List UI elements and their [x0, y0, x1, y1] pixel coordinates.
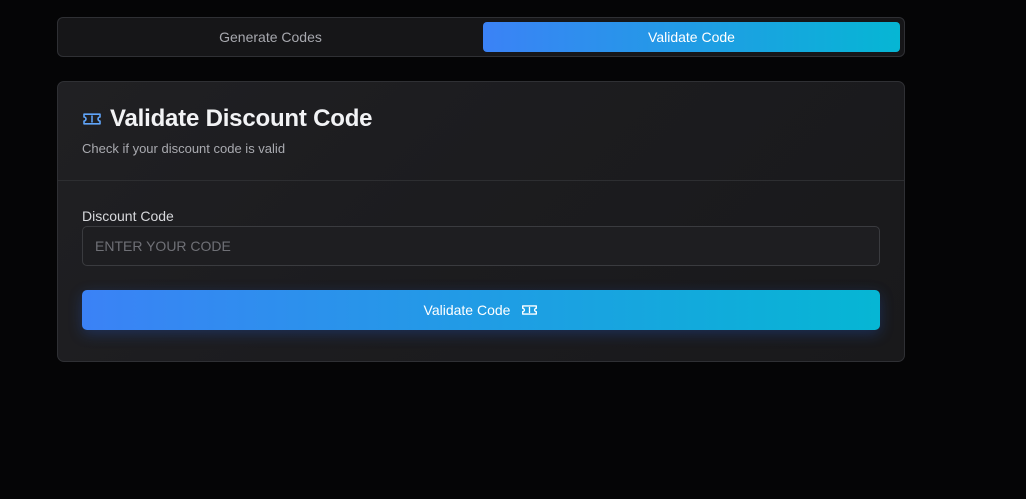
validate-code-button-label: Validate Code	[423, 302, 511, 318]
tab-generate-codes-label: Generate Codes	[219, 29, 322, 45]
card-header: Validate Discount Code Check if your dis…	[58, 82, 904, 181]
discount-code-app: Generate Codes Validate Code Validate Di…	[57, 17, 905, 362]
mode-tabs: Generate Codes Validate Code	[57, 17, 905, 57]
tab-validate-code-label: Validate Code	[648, 29, 735, 45]
discount-code-label: Discount Code	[82, 208, 174, 224]
validate-card: Validate Discount Code Check if your dis…	[57, 81, 905, 362]
title-row: Validate Discount Code	[82, 105, 880, 133]
card-body: Discount Code Validate Code	[58, 181, 904, 330]
page-subtitle: Check if your discount code is valid	[82, 141, 286, 156]
ticket-icon	[82, 109, 102, 129]
validate-code-button[interactable]: Validate Code	[82, 290, 880, 330]
tab-validate-code[interactable]: Validate Code	[483, 22, 900, 52]
page-title: Validate Discount Code	[110, 105, 373, 132]
tab-generate-codes[interactable]: Generate Codes	[62, 22, 479, 52]
ticket-icon	[520, 301, 538, 319]
discount-code-input[interactable]	[82, 226, 880, 266]
